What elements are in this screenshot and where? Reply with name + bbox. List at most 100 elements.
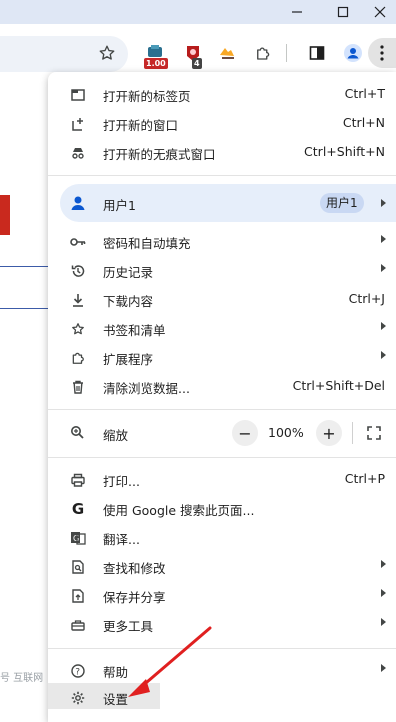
menu-item-label: 历史记录 [103,265,154,280]
submenu-arrow-icon [381,589,386,597]
menu-item-label: 密码和自动填充 [103,236,191,251]
menu-item-more-tools[interactable]: 更多工具 [48,610,396,639]
puzzle-icon [257,47,270,60]
menu-item-bookmarks[interactable]: 书签和清单 [48,314,396,343]
menu-item-passwords[interactable]: 密码和自动填充 [48,227,396,256]
menu-item-google-search[interactable]: G 使用 Google 搜索此页面... [48,494,396,523]
close-icon [374,6,386,18]
menu-item-label: 更多工具 [103,619,154,634]
print-icon [70,472,86,488]
profile-name: 用户1 [103,198,136,213]
page-footer-text: 号 互联网 [0,673,44,684]
extension-2-button[interactable]: 4 [178,38,208,69]
menu-item-print[interactable]: 打印... Ctrl+P [48,465,396,494]
help-icon: ? [70,663,86,679]
extensions-menu-button[interactable] [248,38,278,68]
menu-item-history[interactable]: 历史记录 [48,256,396,285]
profile-chip: 用户1 [320,193,364,213]
menu-item-label: 查找和修改 [103,561,166,576]
menu-divider [48,409,396,410]
menu-divider [48,457,396,458]
submenu-arrow-icon [381,322,386,330]
menu-item-settings[interactable]: 设置 [48,683,160,712]
menu-item-new-tab[interactable]: 打开新的标签页 Ctrl+T [48,80,396,109]
fullscreen-icon [367,426,381,440]
menu-item-shortcut: Ctrl+P [344,471,385,486]
translate-icon: G [70,530,86,546]
key-icon [70,234,86,250]
extension-3-icon [220,48,234,59]
menu-item-label: 翻译... [103,532,140,547]
menu-item-downloads[interactable]: 下载内容 Ctrl+J [48,285,396,314]
submenu-arrow-icon [381,664,386,672]
zoom-separator [352,422,353,444]
download-icon [70,292,86,308]
submenu-arrow-icon [381,560,386,568]
chrome-menu-button[interactable] [368,38,396,68]
menu-item-label: 打开新的窗口 [103,118,179,133]
menu-item-shortcut: Ctrl+J [348,291,385,306]
trash-icon [70,379,86,395]
menu-item-label: 设置 [103,692,129,707]
menu-item-profile[interactable]: 用户1 用户1 [60,184,396,222]
submenu-arrow-icon [381,235,386,243]
more-vert-icon [380,45,384,61]
toolbox-icon [70,617,86,633]
extension-1-button[interactable]: 1.00 [140,38,170,69]
page-divider [0,308,50,309]
bookmark-star-button[interactable] [92,38,122,68]
side-panel-button[interactable] [302,38,332,68]
menu-item-label: 打开新的标签页 [103,89,191,104]
menu-item-shortcut: Ctrl+T [344,86,385,101]
profile-button[interactable] [338,38,368,68]
svg-text:?: ? [75,667,80,677]
google-icon: G [71,500,85,518]
menu-item-label: 扩展程序 [103,352,154,367]
incognito-icon [70,145,86,161]
submenu-arrow-icon [381,264,386,272]
menu-item-translate[interactable]: G 翻译... [48,523,396,552]
menu-item-zoom: 缩放 − 100% + [48,418,396,448]
maximize-button[interactable] [320,0,366,24]
close-window-button[interactable] [364,0,396,24]
menu-item-clear-data[interactable]: 清除浏览数据... Ctrl+Shift+Del [48,372,396,401]
person-icon [70,195,86,214]
menu-item-help[interactable]: ? 帮助 [48,656,396,685]
toolbar-separator [286,44,287,62]
menu-item-label: 使用 Google 搜索此页面... [103,503,255,518]
menu-item-save-share[interactable]: 保存并分享 [48,581,396,610]
zoom-icon [70,425,84,442]
menu-item-extensions[interactable]: 扩展程序 [48,343,396,372]
zoom-out-button[interactable]: − [232,420,258,446]
history-icon [70,263,86,279]
menu-item-new-window[interactable]: 打开新的窗口 Ctrl+N [48,109,396,138]
menu-item-shortcut: Ctrl+Shift+N [304,144,385,159]
zoom-in-button[interactable]: + [316,420,342,446]
menu-item-shortcut: Ctrl+N [342,115,385,130]
submenu-arrow-icon [381,351,386,359]
page-divider [0,266,50,267]
puzzle-icon [70,350,86,366]
fullscreen-button[interactable] [366,425,382,441]
extension-3-button[interactable] [212,38,242,68]
submenu-arrow-icon [381,618,386,626]
svg-text:G: G [73,534,79,543]
new-tab-icon [70,87,86,103]
minimize-button[interactable] [274,0,320,24]
zoom-label: 缩放 [103,428,129,443]
menu-divider [48,648,396,649]
star-icon [70,321,86,337]
menu-item-find-edit[interactable]: 查找和修改 [48,552,396,581]
menu-item-label: 清除浏览数据... [103,381,190,396]
menu-item-label: 帮助 [103,665,129,680]
minimize-icon [292,11,302,13]
side-panel-icon [309,46,325,60]
menu-item-new-incognito[interactable]: 打开新的无痕式窗口 Ctrl+Shift+N [48,138,396,167]
profile-avatar-icon [344,44,362,62]
chrome-main-menu: 打开新的标签页 Ctrl+T 打开新的窗口 Ctrl+N 打开新的无痕式窗口 C… [48,72,396,722]
menu-item-label: 打开新的无痕式窗口 [103,147,216,162]
menu-item-label: 打印... [103,474,140,489]
zoom-level: 100% [268,425,304,440]
menu-divider [48,175,396,176]
title-bar [0,0,396,24]
